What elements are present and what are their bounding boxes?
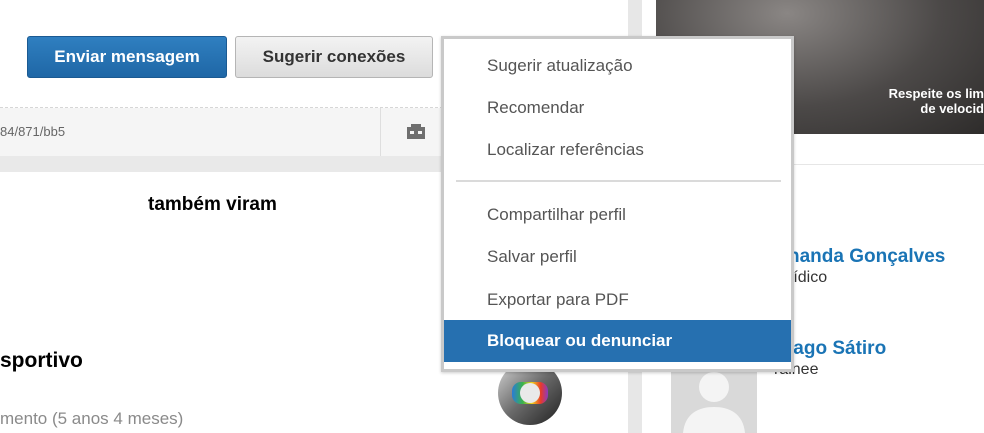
ad-text-line1: Respeite os lim [888, 86, 984, 101]
menu-item-save-profile[interactable]: Salvar perfil [444, 237, 791, 277]
suggest-connections-button[interactable]: Sugerir conexões [235, 36, 433, 78]
ad-text-line2: de velocid [920, 101, 984, 116]
viewed-person-name[interactable]: iago Sátiro [788, 338, 886, 360]
menu-item-find-references[interactable]: Localizar referências [444, 130, 791, 170]
send-message-button[interactable]: Enviar mensagem [27, 36, 227, 78]
viewed-person-name[interactable]: nanda Gonçalves [788, 246, 945, 268]
people-also-viewed-heading: também viram [148, 194, 277, 215]
person-placeholder-icon [671, 371, 757, 433]
url-bar-separator [380, 108, 381, 156]
menu-item-block-or-report[interactable]: Bloquear ou denunciar [444, 320, 791, 362]
profile-actions-dropdown: Sugerir atualização Recomendar Localizar… [441, 36, 794, 372]
menu-item-export-pdf[interactable]: Exportar para PDF [444, 280, 791, 320]
experience-title: sportivo [0, 349, 83, 372]
menu-divider [456, 180, 781, 182]
experience-duration: mento (5 anos 4 meses) [0, 409, 184, 428]
menu-item-share-profile[interactable]: Compartilhar perfil [444, 195, 791, 235]
profile-url-text[interactable]: 84/871/bb5 [0, 124, 65, 139]
card-icon[interactable] [406, 124, 426, 140]
menu-item-suggest-update[interactable]: Sugerir atualização [444, 46, 791, 86]
avatar[interactable] [671, 371, 757, 433]
menu-item-recommend[interactable]: Recomendar [444, 88, 791, 128]
